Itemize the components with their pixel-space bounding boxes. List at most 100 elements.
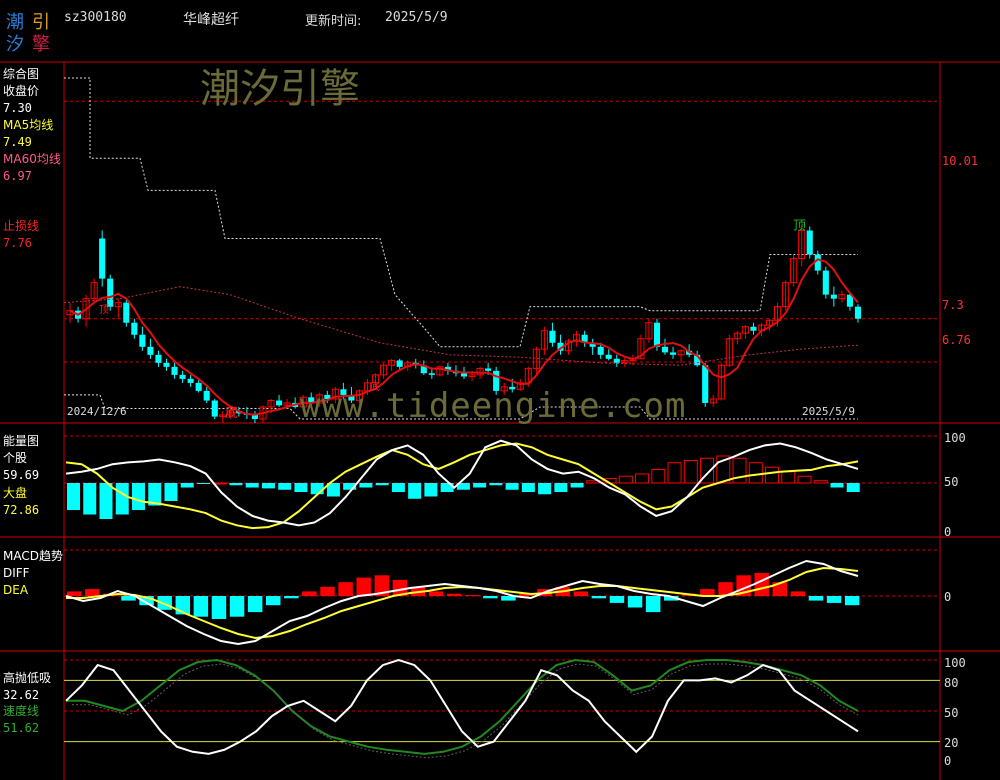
candle-body (211, 400, 218, 417)
stop-value: 7.76 (3, 236, 32, 250)
energy-bar (391, 483, 405, 492)
energy-bar (732, 457, 747, 484)
candle-body (131, 322, 138, 335)
energy-bar (245, 483, 259, 488)
macd-bar (483, 596, 498, 599)
energy-bar (570, 483, 584, 488)
speed-value: 51.62 (3, 721, 40, 735)
marker-top: 顶 (793, 219, 807, 234)
energy-stock-value: 59.69 (3, 468, 40, 482)
macd-bar (465, 595, 480, 597)
macd-diff-label: DIFF (3, 566, 30, 580)
macd-bar (121, 596, 136, 601)
energy-bar (131, 483, 145, 510)
macd-bar (754, 573, 769, 596)
speed-label: 速度线 (3, 704, 40, 718)
macd-bar (229, 596, 245, 617)
candle-body (702, 365, 709, 403)
energy-bar (229, 483, 243, 486)
energy-bar (196, 483, 210, 484)
timing-tick-0: 0 (944, 754, 952, 768)
energy-title: 能量图 (3, 434, 40, 448)
energy-bar (424, 483, 438, 497)
watermark-brand: 潮汐引擎 (200, 66, 360, 112)
candle-body (428, 373, 435, 375)
candle-body (187, 378, 194, 383)
energy-bar (164, 483, 178, 501)
candle-body (203, 390, 210, 401)
candle-body (485, 368, 492, 371)
macd-bar (85, 589, 100, 596)
energy-market-label: 大盘 (3, 486, 28, 500)
macd-bar (790, 591, 806, 596)
timing-tick-20: 20 (944, 736, 959, 750)
macd-bar (645, 596, 661, 613)
energy-stock-label: 个股 (3, 451, 28, 465)
macd-bar (266, 596, 281, 606)
energy-tick-50: 50 (944, 475, 959, 489)
energy-bar (67, 483, 80, 510)
candle-body (830, 294, 837, 299)
energy-bar (115, 483, 129, 515)
energy-bar (651, 469, 666, 484)
watermark-url: www.tideengine.com (300, 386, 687, 426)
candle-body (597, 346, 604, 355)
ma5-value: 7.49 (3, 135, 32, 149)
energy-tick-100: 100 (944, 431, 966, 445)
candle-body (750, 326, 757, 331)
price-tick-1: 10.01 (942, 154, 979, 168)
candle-body (276, 400, 283, 406)
macd-bar (284, 596, 299, 599)
macd-tick-0: 0 (944, 590, 952, 604)
candle-body (669, 352, 677, 355)
candle-body (822, 270, 829, 295)
candle-body (123, 302, 130, 323)
energy-bar (180, 483, 194, 488)
candle-body (396, 360, 403, 367)
candle-body (661, 346, 669, 353)
macd-bar (67, 591, 82, 596)
macd-bar (609, 596, 625, 603)
macd-bar (573, 591, 589, 596)
energy-bar (521, 483, 535, 492)
candle-body (139, 334, 146, 347)
energy-bar (310, 483, 324, 495)
energy-bar (667, 462, 682, 484)
candle-body (147, 346, 154, 355)
energy-bar (278, 483, 292, 490)
macd-bar (844, 596, 860, 606)
macd-bar (247, 596, 263, 613)
candle-body (854, 306, 862, 319)
timing-title: 高抛低吸 (3, 671, 52, 685)
macd-bar (356, 577, 371, 596)
timing-tick-100: 100 (944, 656, 966, 670)
date-start: 2024/12/6 (67, 405, 127, 418)
energy-bar (554, 483, 568, 492)
candle-body (460, 373, 468, 377)
candle-body (195, 382, 202, 391)
macd-bar (428, 591, 444, 596)
energy-bar (83, 483, 97, 515)
energy-bar (797, 475, 812, 484)
energy-bar (813, 480, 828, 484)
energy-market-value: 72.86 (3, 503, 40, 517)
stop-loss-line (64, 77, 858, 348)
energy-bar (294, 483, 308, 492)
stop-label: 止损线 (3, 219, 40, 233)
energy-bar (359, 483, 373, 488)
macd-dea-label: DEA (3, 583, 29, 597)
candle-body (549, 330, 556, 343)
macd-title: MACD趋势 (3, 549, 63, 563)
energy-bar (781, 471, 796, 484)
date-end: 2025/5/9 (802, 405, 855, 418)
energy-bar (375, 483, 389, 486)
ma5-label: MA5均线 (3, 118, 54, 132)
macd-bar (320, 586, 335, 596)
timing-tick-50: 50 (944, 706, 959, 720)
candle-body (806, 230, 813, 255)
ma60-value: 6.97 (3, 169, 32, 183)
energy-bar (683, 460, 698, 484)
energy-bar (618, 475, 633, 484)
candle-body (171, 366, 178, 375)
price-tick-2: 7.3 (942, 298, 964, 312)
